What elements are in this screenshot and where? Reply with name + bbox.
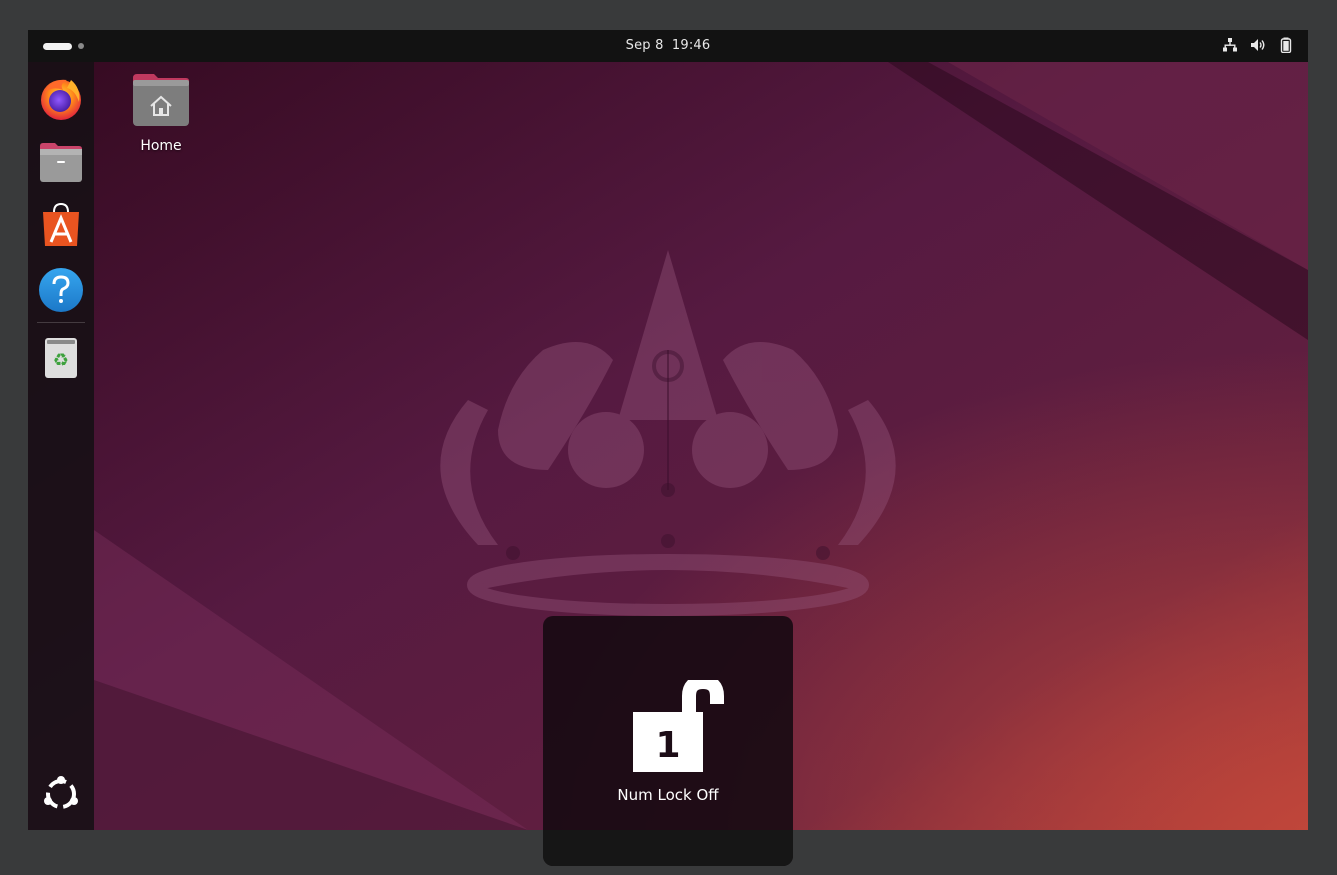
osd-label: Num Lock Off — [617, 786, 719, 804]
desktop-icon-home[interactable]: Home — [124, 72, 198, 154]
home-folder-icon — [132, 74, 190, 132]
time-label: 19:46 — [671, 38, 711, 53]
top-bar: Sep 8 19:46 — [28, 30, 1308, 62]
num-lock-glyph: 1 — [655, 725, 680, 766]
svg-text:♻: ♻ — [53, 350, 69, 371]
ubuntu-logo-icon[interactable] — [37, 770, 85, 818]
volume-icon[interactable] — [1250, 37, 1266, 53]
help-icon[interactable] — [37, 266, 85, 314]
date-time-button[interactable]: Sep 8 19:46 — [28, 38, 1308, 53]
dock: ♻ — [28, 62, 94, 830]
files-icon[interactable] — [37, 138, 85, 186]
battery-icon[interactable] — [1278, 37, 1294, 53]
firefox-icon[interactable] — [37, 74, 85, 122]
app-center-icon[interactable] — [37, 202, 85, 250]
desktop-icon-label: Home — [140, 138, 182, 154]
date-label: Sep 8 — [625, 38, 664, 53]
unlocked-padlock-icon: 1 — [629, 674, 725, 780]
network-wired-icon[interactable] — [1222, 37, 1238, 53]
num-lock-osd: 1 Num Lock Off — [543, 616, 793, 866]
osd-shadow-area — [543, 830, 793, 866]
trash-icon[interactable]: ♻ — [37, 334, 85, 382]
dock-separator — [37, 322, 85, 323]
system-tray[interactable] — [1222, 37, 1294, 53]
